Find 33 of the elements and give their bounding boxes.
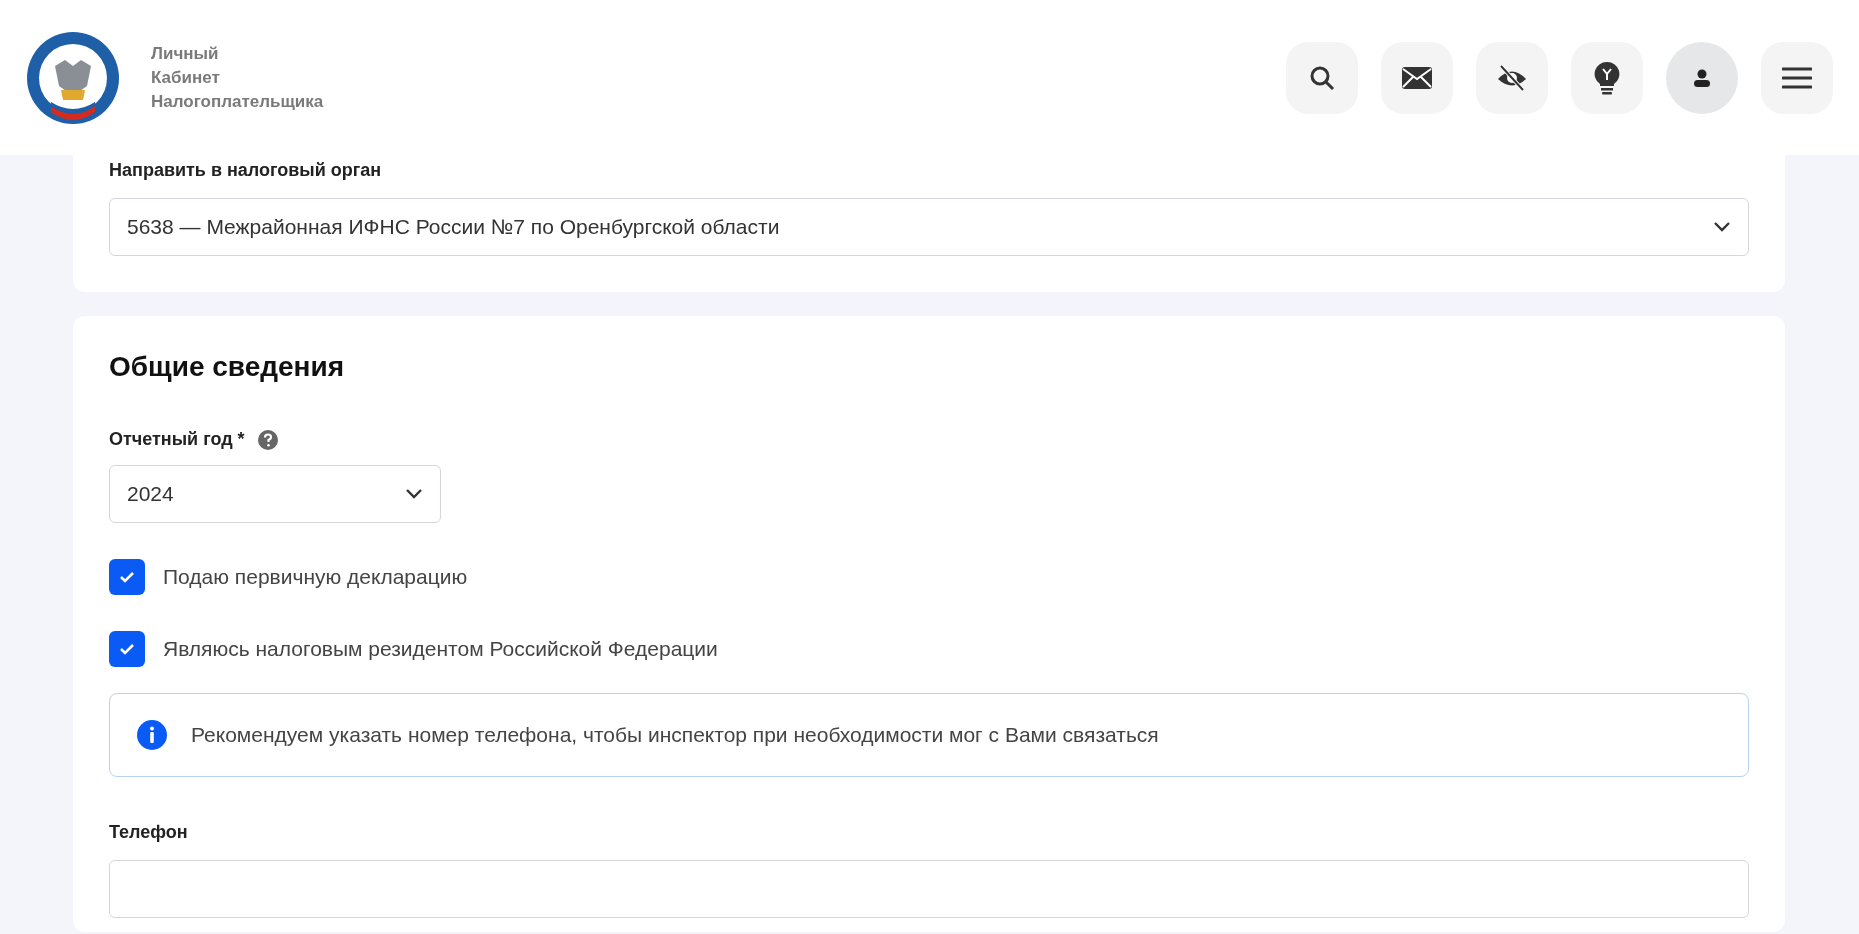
brand-text: Личный bbox=[151, 42, 220, 65]
help-icon[interactable] bbox=[256, 428, 279, 451]
year-select[interactable]: 2024 bbox=[109, 465, 441, 523]
field-label: Направить в налоговый орган bbox=[109, 159, 383, 182]
check-icon bbox=[119, 571, 135, 583]
chevron-down-icon bbox=[405, 488, 423, 500]
checkbox-label: Подаю первичную декларацию bbox=[163, 564, 468, 591]
bulb-button[interactable] bbox=[1571, 41, 1643, 114]
field-label: Телефон bbox=[109, 821, 189, 844]
menu-icon bbox=[1782, 66, 1812, 89]
envelope-icon bbox=[1402, 66, 1432, 89]
emblem-logo[interactable] bbox=[25, 29, 121, 126]
checkbox[interactable] bbox=[109, 631, 145, 667]
chevron-down-icon bbox=[1713, 221, 1731, 233]
notice-text: Рекомендуем указать номер телефона, чтобы инспектор при необходимости мог с Вами связаться bbox=[191, 722, 1159, 749]
brand-text: Кабинет bbox=[151, 66, 221, 89]
check-icon bbox=[119, 643, 135, 655]
search-button[interactable] bbox=[1286, 41, 1358, 114]
user-icon bbox=[1692, 67, 1712, 88]
section-title: Общие сведения bbox=[109, 350, 346, 384]
lightbulb-icon bbox=[1594, 60, 1620, 95]
checkbox[interactable] bbox=[109, 559, 145, 595]
eye-off-button[interactable] bbox=[1476, 41, 1548, 114]
search-icon bbox=[1309, 64, 1335, 91]
field-label: Отчетный год * bbox=[109, 428, 245, 451]
menu-button[interactable] bbox=[1761, 41, 1833, 114]
eye-crossed-icon bbox=[1496, 63, 1528, 92]
brand-text: Налогоплательщика bbox=[151, 90, 324, 113]
mail-button[interactable] bbox=[1381, 41, 1453, 114]
info-icon bbox=[137, 720, 167, 750]
tax-office-select[interactable]: 5638 — Межрайонная ИФНС России №7 по Оренбургской области bbox=[109, 198, 1749, 256]
phone-input[interactable] bbox=[109, 860, 1749, 918]
checkbox-label: Являюсь налоговым резидентом Российской Федерации bbox=[163, 636, 718, 663]
